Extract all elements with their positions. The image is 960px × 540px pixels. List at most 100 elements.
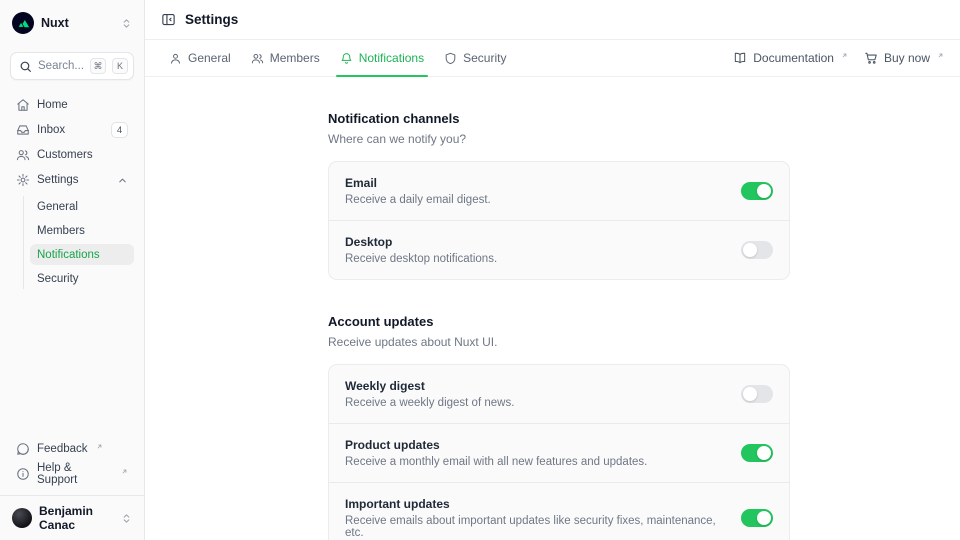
external-link-icon	[96, 443, 103, 450]
setting-description: Receive desktop notifications.	[345, 253, 721, 265]
sidebar-item-settings[interactable]: Settings	[10, 169, 134, 191]
tab-notifications[interactable]: Notifications	[332, 40, 432, 76]
kbd-meta: ⌘	[90, 58, 106, 74]
sidebar-item-label: Customers	[37, 149, 128, 161]
users-icon	[251, 52, 264, 65]
product-updates-toggle[interactable]	[741, 444, 773, 462]
setting-text: Email Receive a daily email digest.	[345, 176, 741, 206]
sidebar-item-label: Home	[37, 99, 128, 111]
section-account-updates: Account updates Receive updates about Nu…	[328, 314, 790, 540]
notification-channels-card: Email Receive a daily email digest. Desk…	[328, 161, 790, 280]
tab-security[interactable]: Security	[436, 40, 514, 76]
main-panel: Settings General Members Notifications	[145, 0, 960, 540]
user-menu[interactable]: Benjamin Canac	[10, 502, 134, 534]
account-updates-card: Weekly digest Receive a weekly digest of…	[328, 364, 790, 540]
setting-row-important-updates: Important updates Receive emails about i…	[329, 482, 789, 540]
sidebar-spacer	[10, 289, 134, 438]
shopping-cart-icon	[864, 51, 878, 65]
book-icon	[733, 51, 747, 65]
chevron-updown-icon	[121, 513, 132, 524]
setting-description: Receive emails about important updates l…	[345, 515, 721, 539]
tab-bar: General Members Notifications Security	[145, 40, 960, 77]
sidebar-item-members[interactable]: Members	[30, 220, 134, 241]
collapse-sidebar-icon[interactable]	[161, 12, 176, 27]
user-name: Benjamin Canac	[39, 504, 114, 532]
chevron-up-icon	[117, 175, 128, 186]
weekly-digest-toggle[interactable]	[741, 385, 773, 403]
users-icon	[16, 148, 30, 162]
setting-text: Desktop Receive desktop notifications.	[345, 235, 741, 265]
setting-row-desktop: Desktop Receive desktop notifications.	[329, 220, 789, 279]
search-placeholder: Search...	[38, 60, 84, 72]
chevron-updown-icon	[121, 18, 132, 29]
section-title: Notification channels	[328, 111, 790, 126]
app-window: Nuxt Search... ⌘ K Home	[0, 0, 960, 540]
sidebar-nav: Home Inbox 4 Customers Settings	[10, 94, 134, 289]
chat-bubble-icon	[16, 442, 30, 456]
external-link-icon	[937, 52, 944, 59]
important-updates-toggle[interactable]	[741, 509, 773, 527]
sidebar-item-security[interactable]: Security	[30, 268, 134, 289]
sidebar-item-customers[interactable]: Customers	[10, 144, 134, 166]
help-support-link[interactable]: Help & Support	[10, 463, 134, 485]
search-icon	[19, 60, 32, 73]
setting-text: Product updates Receive a monthly email …	[345, 438, 741, 468]
sidebar-item-general[interactable]: General	[30, 196, 134, 217]
settings-sub-list: General Members Notifications Security	[23, 196, 134, 289]
setting-label: Product updates	[345, 438, 721, 452]
content-column: Notification channels Where can we notif…	[328, 77, 790, 540]
desktop-toggle[interactable]	[741, 241, 773, 259]
setting-description: Receive a weekly digest of news.	[345, 397, 721, 409]
gear-icon	[16, 173, 30, 187]
search-input[interactable]: Search... ⌘ K	[10, 52, 134, 80]
sidebar-item-home[interactable]: Home	[10, 94, 134, 116]
tabbar-actions: Documentation Buy now	[733, 51, 944, 65]
setting-row-email: Email Receive a daily email digest.	[329, 162, 789, 220]
sidebar-item-label: Inbox	[37, 124, 104, 136]
section-title: Account updates	[328, 314, 790, 329]
section-subtitle: Receive updates about Nuxt UI.	[328, 335, 790, 349]
shield-icon	[444, 52, 457, 65]
documentation-label: Documentation	[753, 51, 834, 65]
section-subtitle: Where can we notify you?	[328, 132, 790, 146]
feedback-label: Feedback	[37, 443, 88, 455]
tab-members[interactable]: Members	[243, 40, 328, 76]
person-icon	[169, 52, 182, 65]
buy-now-button[interactable]: Buy now	[864, 51, 944, 65]
avatar	[12, 508, 32, 528]
setting-label: Email	[345, 176, 721, 190]
tab-label: Security	[463, 51, 506, 65]
setting-text: Important updates Receive emails about i…	[345, 497, 741, 539]
page-title: Settings	[185, 12, 238, 27]
setting-text: Weekly digest Receive a weekly digest of…	[345, 379, 741, 409]
setting-description: Receive a daily email digest.	[345, 194, 721, 206]
documentation-link[interactable]: Documentation	[733, 51, 848, 65]
sidebar: Nuxt Search... ⌘ K Home	[0, 0, 145, 540]
team-switcher[interactable]: Nuxt	[10, 8, 134, 38]
setting-row-weekly-digest: Weekly digest Receive a weekly digest of…	[329, 365, 789, 423]
page-header: Settings	[145, 0, 960, 40]
nuxt-logo-icon	[12, 12, 34, 34]
sidebar-item-inbox[interactable]: Inbox 4	[10, 119, 134, 141]
setting-description: Receive a monthly email with all new fea…	[345, 456, 721, 468]
external-link-icon	[121, 468, 128, 475]
setting-label: Desktop	[345, 235, 721, 249]
team-name: Nuxt	[41, 16, 114, 30]
sidebar-item-notifications[interactable]: Notifications	[30, 244, 134, 265]
email-toggle[interactable]	[741, 182, 773, 200]
inbox-count-badge: 4	[111, 122, 128, 138]
tab-label: Members	[270, 51, 320, 65]
section-notification-channels: Notification channels Where can we notif…	[328, 111, 790, 280]
home-icon	[16, 98, 30, 112]
buy-now-label: Buy now	[884, 51, 930, 65]
help-support-label: Help & Support	[37, 462, 113, 486]
setting-label: Weekly digest	[345, 379, 721, 393]
feedback-link[interactable]: Feedback	[10, 438, 134, 460]
external-link-icon	[841, 52, 848, 59]
info-circle-icon	[16, 467, 30, 481]
tab-general[interactable]: General	[161, 40, 239, 76]
inbox-icon	[16, 123, 30, 137]
settings-content: Notification channels Where can we notif…	[145, 77, 960, 540]
kbd-k: K	[112, 58, 128, 74]
sidebar-item-label: Settings	[37, 174, 110, 186]
